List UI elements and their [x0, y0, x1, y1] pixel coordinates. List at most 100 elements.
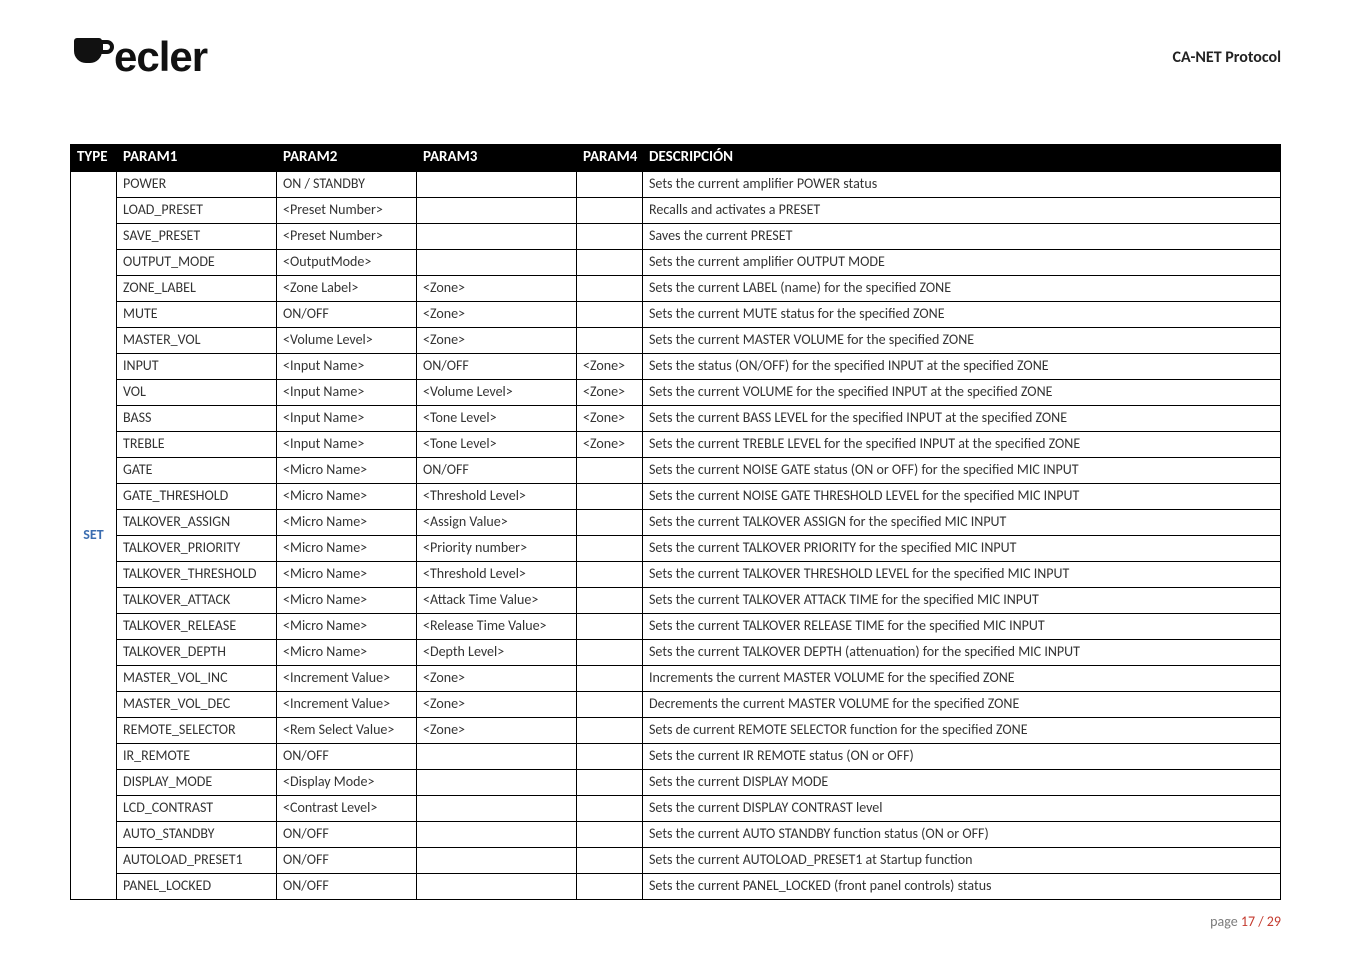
param3-cell: <Depth Level> — [417, 640, 577, 666]
param1-cell: TALKOVER_ASSIGN — [117, 510, 277, 536]
param3-cell — [417, 198, 577, 224]
param2-cell: <Micro Name> — [277, 536, 417, 562]
param4-cell — [577, 666, 643, 692]
param4-cell — [577, 796, 643, 822]
param2-cell: <Preset Number> — [277, 198, 417, 224]
param1-cell: DISPLAY_MODE — [117, 770, 277, 796]
table-header: TYPE PARAM1 PARAM2 PARAM3 PARAM4 DESCRIP… — [71, 145, 1281, 172]
param1-cell: MASTER_VOL_DEC — [117, 692, 277, 718]
table-row: SETPOWERON / STANDBYSets the current amp… — [71, 172, 1281, 198]
param4-cell — [577, 250, 643, 276]
table-row: TALKOVER_ASSIGN<Micro Name><Assign Value… — [71, 510, 1281, 536]
param2-cell: ON/OFF — [277, 848, 417, 874]
param3-cell: <Attack Time Value> — [417, 588, 577, 614]
desc-cell: Sets the current amplifier POWER status — [643, 172, 1281, 198]
param2-cell: <OutputMode> — [277, 250, 417, 276]
param2-cell: <Contrast Level> — [277, 796, 417, 822]
desc-cell: Sets the current MASTER VOLUME for the s… — [643, 328, 1281, 354]
param2-cell: <Preset Number> — [277, 224, 417, 250]
param4-cell — [577, 822, 643, 848]
desc-cell: Sets the current PANEL_LOCKED (front pan… — [643, 874, 1281, 900]
param4-cell — [577, 484, 643, 510]
param4-cell — [577, 614, 643, 640]
param1-cell: GATE_THRESHOLD — [117, 484, 277, 510]
table-row: TALKOVER_PRIORITY<Micro Name><Priority n… — [71, 536, 1281, 562]
col-header-type: TYPE — [71, 145, 117, 172]
param2-cell: <Volume Level> — [277, 328, 417, 354]
desc-cell: Sets the current TREBLE LEVEL for the sp… — [643, 432, 1281, 458]
param2-cell: <Increment Value> — [277, 666, 417, 692]
table-row: TALKOVER_RELEASE<Micro Name><Release Tim… — [71, 614, 1281, 640]
param1-cell: MASTER_VOL — [117, 328, 277, 354]
command-table: TYPE PARAM1 PARAM2 PARAM3 PARAM4 DESCRIP… — [70, 144, 1281, 900]
param4-cell — [577, 874, 643, 900]
param1-cell: LCD_CONTRAST — [117, 796, 277, 822]
table-row: MASTER_VOL<Volume Level><Zone>Sets the c… — [71, 328, 1281, 354]
brand-logo: ecler — [70, 30, 207, 84]
param1-cell: POWER — [117, 172, 277, 198]
param3-cell — [417, 796, 577, 822]
table-row: REMOTE_SELECTOR<Rem Select Value><Zone> S… — [71, 718, 1281, 744]
param3-cell: ON/OFF — [417, 354, 577, 380]
desc-cell: Sets the current DISPLAY CONTRAST level — [643, 796, 1281, 822]
param1-cell: TREBLE — [117, 432, 277, 458]
table-body: SETPOWERON / STANDBYSets the current amp… — [71, 172, 1281, 900]
desc-cell: Sets the current TALKOVER ASSIGN for the… — [643, 510, 1281, 536]
param1-cell: BASS — [117, 406, 277, 432]
param2-cell: <Micro Name> — [277, 562, 417, 588]
param1-cell: INPUT — [117, 354, 277, 380]
table-row: GATE<Micro Name>ON/OFFSets the current N… — [71, 458, 1281, 484]
table-row: INPUT<Input Name>ON/OFF<Zone>Sets the st… — [71, 354, 1281, 380]
desc-cell: Sets the current AUTO STANDBY function s… — [643, 822, 1281, 848]
param3-cell: <Threshold Level> — [417, 484, 577, 510]
param4-cell: <Zone> — [577, 432, 643, 458]
desc-cell: Sets the current TALKOVER PRIORITY for t… — [643, 536, 1281, 562]
col-header-param1: PARAM1 — [117, 145, 277, 172]
table-row: IR_REMOTEON/OFFSets the current IR REMOT… — [71, 744, 1281, 770]
param3-cell: <Zone> — [417, 666, 577, 692]
desc-cell: Increments the current MASTER VOLUME for… — [643, 666, 1281, 692]
param3-cell: ON/OFF — [417, 458, 577, 484]
param3-cell — [417, 848, 577, 874]
param4-cell — [577, 692, 643, 718]
param2-cell: <Micro Name> — [277, 640, 417, 666]
param1-cell: TALKOVER_DEPTH — [117, 640, 277, 666]
table-row: LCD_CONTRAST<Contrast Level> Sets the cur… — [71, 796, 1281, 822]
param1-cell: MUTE — [117, 302, 277, 328]
param2-cell: <Increment Value> — [277, 692, 417, 718]
param1-cell: SAVE_PRESET — [117, 224, 277, 250]
table-row: GATE_THRESHOLD<Micro Name><Threshold Lev… — [71, 484, 1281, 510]
param4-cell — [577, 848, 643, 874]
param1-cell: TALKOVER_PRIORITY — [117, 536, 277, 562]
table-row: BASS<Input Name><Tone Level><Zone>Sets t… — [71, 406, 1281, 432]
param2-cell: <Input Name> — [277, 406, 417, 432]
param4-cell — [577, 718, 643, 744]
table-row: PANEL_LOCKEDON/OFFSets the current PANEL… — [71, 874, 1281, 900]
param3-cell: <Zone> — [417, 718, 577, 744]
col-header-param3: PARAM3 — [417, 145, 577, 172]
desc-cell: Sets the current TALKOVER ATTACK TIME fo… — [643, 588, 1281, 614]
param1-cell: REMOTE_SELECTOR — [117, 718, 277, 744]
param1-cell: LOAD_PRESET — [117, 198, 277, 224]
param3-cell — [417, 770, 577, 796]
param2-cell: <Display Mode> — [277, 770, 417, 796]
param4-cell: <Zone> — [577, 406, 643, 432]
param4-cell — [577, 458, 643, 484]
table-row: VOL<Input Name><Volume Level><Zone>Sets … — [71, 380, 1281, 406]
table-row: MASTER_VOL_DEC<Increment Value><Zone>Dec… — [71, 692, 1281, 718]
table-row: AUTO_STANDBYON/OFFSets the current AUTO … — [71, 822, 1281, 848]
param3-cell — [417, 822, 577, 848]
param2-cell: <Micro Name> — [277, 588, 417, 614]
table-row: OUTPUT_MODE<OutputMode>Sets the current … — [71, 250, 1281, 276]
table-row: TREBLE<Input Name><Tone Level><Zone>Sets… — [71, 432, 1281, 458]
param3-cell — [417, 224, 577, 250]
param2-cell: <Micro Name> — [277, 510, 417, 536]
logo-text: ecler — [114, 33, 207, 81]
desc-cell: Sets the current LABEL (name) for the sp… — [643, 276, 1281, 302]
desc-cell: Sets de current REMOTE SELECTOR function… — [643, 718, 1281, 744]
param2-cell: <Rem Select Value> — [277, 718, 417, 744]
param4-cell — [577, 302, 643, 328]
param4-cell — [577, 562, 643, 588]
document-title: CA-NET Protocol — [1173, 48, 1282, 67]
table-row: ZONE_LABEL<Zone Label><Zone>Sets the cur… — [71, 276, 1281, 302]
